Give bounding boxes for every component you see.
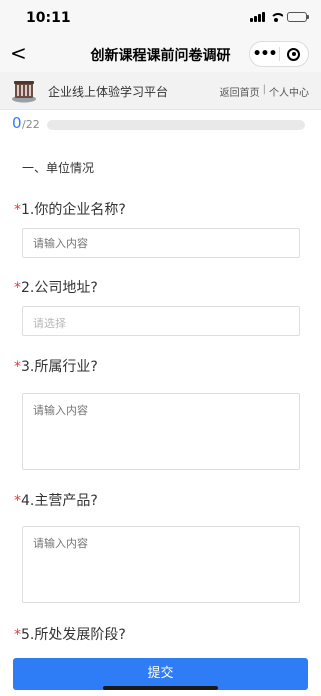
mini-program-capsule: ••• (249, 41, 309, 67)
required-mark: * (14, 202, 21, 218)
company-name-input[interactable] (22, 228, 300, 258)
question-2-title: *2.公司地址? (14, 277, 98, 297)
home-indicator (103, 686, 218, 690)
home-link[interactable]: 返回首页 (220, 84, 260, 99)
required-mark: * (14, 359, 21, 375)
more-menu-button[interactable]: ••• (250, 42, 279, 66)
required-mark: * (14, 280, 21, 296)
progress-row: 0 /22 (0, 113, 321, 135)
question-3-title: *3.所属行业? (14, 356, 98, 376)
section-title: 一、单位情况 (22, 161, 95, 175)
main-products-textarea[interactable] (22, 526, 300, 603)
company-address-select[interactable]: 请选择 (22, 306, 300, 336)
required-mark: * (14, 493, 21, 509)
wifi-icon (269, 12, 283, 22)
question-label: 1.你的企业名称? (21, 202, 126, 218)
question-label: 2.公司地址? (21, 280, 98, 296)
progress-total: /22 (22, 118, 40, 131)
progress-bar (47, 120, 305, 130)
platform-logo-icon (12, 81, 36, 103)
question-label: 3.所属行业? (21, 359, 98, 375)
platform-links: 返回首页 | 个人中心 (220, 84, 309, 99)
close-mini-program-button[interactable] (280, 47, 308, 61)
platform-name: 企业线上体验学习平台 (48, 85, 169, 99)
nav-bar: < 创新课程课前问卷调研 ••• (0, 36, 321, 72)
question-4-title: *4.主营产品? (14, 490, 98, 510)
industry-textarea[interactable] (22, 393, 300, 470)
platform-header: 企业线上体验学习平台 返回首页 | 个人中心 (0, 72, 321, 110)
profile-link[interactable]: 个人中心 (269, 84, 309, 99)
link-divider: | (262, 84, 266, 95)
battery-icon (287, 12, 309, 22)
status-bar: 10:11 (0, 0, 321, 36)
question-1-title: *1.你的企业名称? (14, 199, 126, 219)
question-5-title: *5.所处发展阶段? (14, 624, 126, 644)
close-target-icon (287, 47, 301, 61)
cellular-signal-icon (250, 12, 265, 22)
required-mark: * (14, 627, 21, 643)
status-icons (250, 12, 309, 22)
question-label: 4.主营产品? (21, 493, 98, 509)
status-time: 10:11 (26, 10, 71, 26)
question-label: 5.所处发展阶段? (21, 627, 126, 643)
progress-current: 0 (12, 114, 22, 132)
